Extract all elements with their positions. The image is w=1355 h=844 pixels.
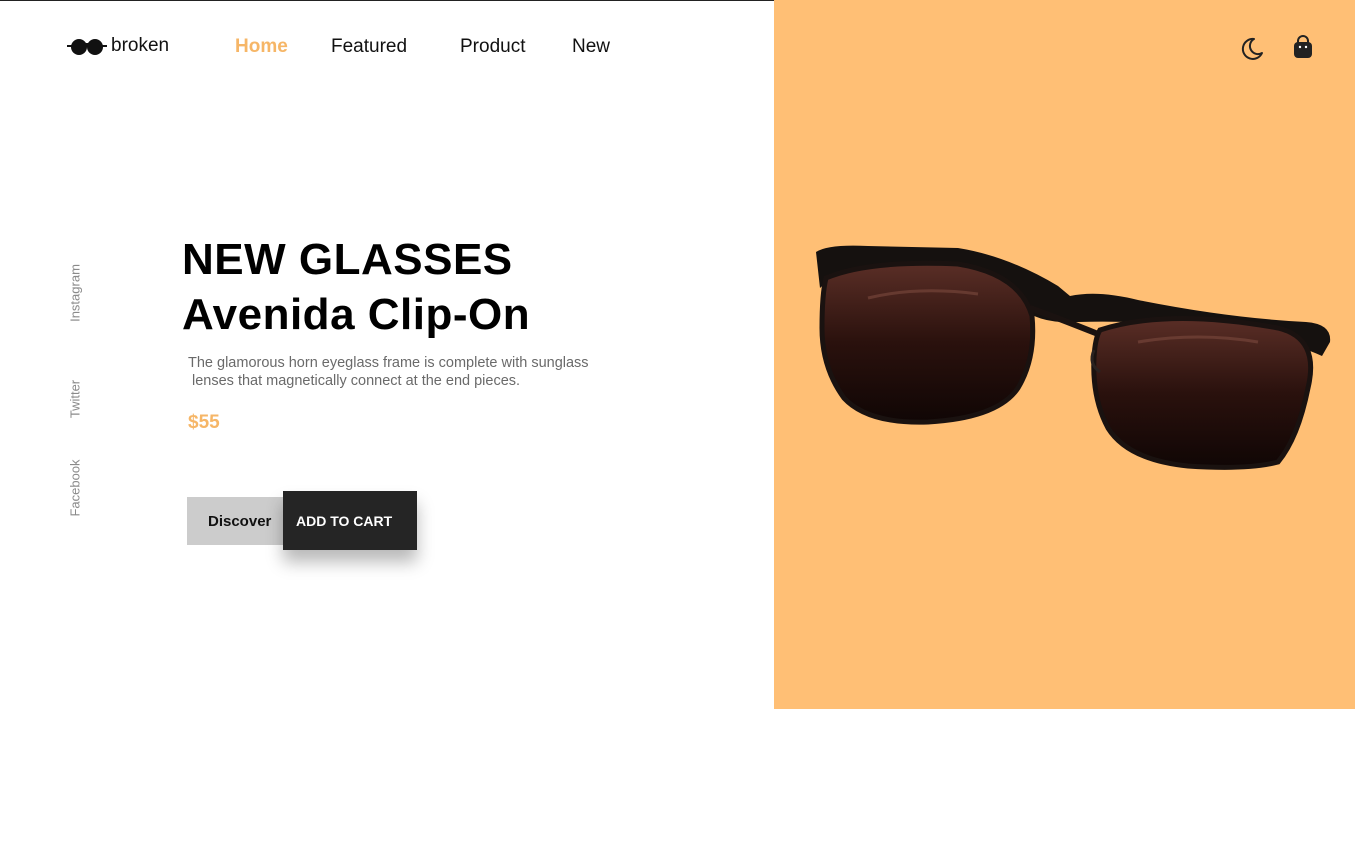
social-instagram-link[interactable]: Instagram [68,264,83,322]
sunglasses-product-image [808,238,1336,474]
description-line2: lenses that magnetically connect at the … [192,373,521,389]
product-price: $55 [188,412,220,433]
product-description: The glamorous horn eyeglass frame is com… [188,354,658,390]
theme-toggle-button[interactable] [1239,36,1265,62]
social-facebook-link[interactable]: Facebook [68,459,83,516]
nav-home[interactable]: Home [235,36,288,58]
nav-featured[interactable]: Featured [331,36,407,58]
description-line1: The glamorous horn eyeglass frame is com… [188,355,589,371]
top-border [0,0,775,1]
nav-new[interactable]: New [572,36,610,58]
social-twitter-link[interactable]: Twitter [68,380,83,418]
hero-title-line1: NEW GLASSES [182,235,513,284]
cart-button[interactable] [1290,34,1316,60]
nav-product[interactable]: Product [460,36,525,58]
hero-title: NEW GLASSES Avenida Clip-On [182,232,530,342]
shopping-bag-icon [1290,34,1316,60]
hero-title-line2: Avenida Clip-On [182,290,531,339]
discover-button[interactable]: Discover [187,497,297,545]
moon-icon [1239,36,1265,62]
sunglasses-logo-icon [66,34,108,58]
add-to-cart-button[interactable]: ADD TO CART [283,491,417,550]
brand-logo[interactable]: broken [66,34,169,58]
brand-name: broken [111,35,170,56]
